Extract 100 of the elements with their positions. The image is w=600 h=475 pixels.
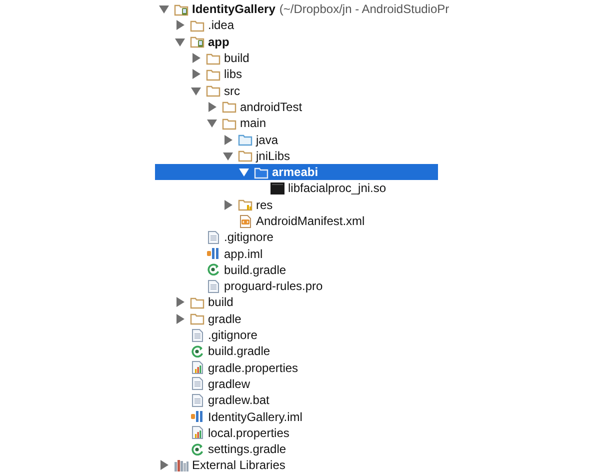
item-label: .idea [208, 18, 234, 32]
item-label: gradlew.bat [208, 393, 270, 408]
tree-row[interactable]: local.properties [155, 424, 438, 442]
collapsed-arrow-icon[interactable] [159, 460, 169, 470]
expanded-arrow-icon[interactable] [191, 86, 201, 96]
project-path: (~/Dropbox/jn - AndroidStudioPr [279, 2, 450, 16]
module-folder-icon [190, 35, 205, 48]
tree-row[interactable]: AndroidManifest.xml [155, 212, 438, 230]
collapsed-arrow-icon[interactable] [207, 102, 217, 112]
folder-icon [190, 18, 205, 32]
tree-row[interactable]: proguard-rules.pro [155, 278, 438, 294]
folder-icon [222, 100, 237, 114]
folder-icon [206, 52, 221, 65]
tree-row[interactable]: settings.gradle [155, 441, 438, 458]
collapsed-arrow-icon[interactable] [191, 69, 201, 80]
expanded-arrow-icon[interactable] [239, 167, 249, 178]
item-label: gradlew [208, 376, 250, 391]
item-label: java [256, 132, 278, 147]
text-file-icon [190, 377, 205, 390]
text-file-icon [206, 230, 221, 244]
tree-row[interactable]: libfacialproc_jni.so [155, 180, 438, 197]
item-label: gradle.properties [208, 360, 298, 375]
tree-row[interactable]: build [155, 50, 438, 66]
gradle-icon [206, 263, 221, 276]
properties-file-icon [190, 426, 205, 440]
item-label: libs [224, 67, 242, 82]
item-label: main [240, 116, 266, 130]
folder-icon [238, 198, 253, 212]
item-label: .gitignore [224, 230, 274, 244]
tree-row[interactable]: IdentityGallery.iml [155, 408, 438, 425]
module-file-icon [190, 410, 205, 424]
gradle-icon [190, 344, 205, 358]
item-label: AndroidManifest.xml [256, 214, 365, 228]
item-label: libfacialproc_jni.so [288, 181, 386, 196]
expanded-arrow-icon[interactable] [207, 118, 217, 128]
item-label: src [224, 84, 240, 98]
item-label: jniLibs [256, 148, 290, 163]
tree-row[interactable]: armeabi [155, 164, 438, 180]
collapsed-arrow-icon[interactable] [191, 53, 201, 64]
folder-icon [238, 133, 253, 146]
tree-row[interactable]: build [155, 294, 438, 311]
item-label: local.properties [208, 426, 290, 440]
collapsed-arrow-icon[interactable] [175, 297, 185, 308]
tree-row[interactable]: External Libraries [155, 457, 438, 474]
module-file-icon [206, 247, 221, 260]
folder-icon [222, 116, 237, 130]
item-label: settings.gradle [208, 442, 286, 456]
tree-row[interactable]: .gitignore [155, 229, 438, 246]
item-label: IdentityGallery [192, 2, 276, 16]
expanded-arrow-icon[interactable] [175, 36, 185, 47]
binary-file-icon [270, 182, 285, 195]
gradle-icon [190, 442, 205, 456]
expanded-arrow-icon[interactable] [159, 4, 169, 14]
xml-file-icon [238, 214, 253, 228]
item-label: app.iml [224, 246, 263, 261]
folder-icon [206, 68, 221, 81]
collapsed-arrow-icon[interactable] [175, 20, 185, 30]
item-label: build [208, 295, 234, 310]
tree-row[interactable]: app.iml [155, 245, 438, 262]
collapsed-arrow-icon[interactable] [223, 134, 233, 145]
item-label: androidTest [240, 100, 302, 114]
tree-row[interactable]: gradlew [155, 376, 438, 392]
item-label: proguard-rules.pro [224, 279, 323, 294]
tree-row[interactable]: src [155, 82, 438, 99]
module-folder-icon [174, 2, 189, 16]
tree-row[interactable]: .gitignore [155, 326, 438, 344]
properties-file-icon [190, 361, 205, 374]
tree-row[interactable]: res [155, 196, 438, 213]
folder-icon [190, 296, 205, 309]
collapsed-arrow-icon[interactable] [223, 200, 233, 210]
tree-row[interactable]: .idea [155, 17, 438, 34]
folder-icon [254, 166, 269, 179]
item-label: External Libraries [192, 458, 286, 472]
tree-row[interactable]: IdentityGallery (~/Dropbox/jn - AndroidStudioPr [155, 1, 600, 18]
libraries-icon [174, 458, 189, 472]
collapsed-arrow-icon[interactable] [175, 314, 185, 324]
item-label: IdentityGallery.iml [208, 410, 302, 424]
tree-row[interactable]: gradlew.bat [155, 392, 438, 408]
text-file-icon [206, 280, 221, 293]
item-label: .gitignore [208, 328, 258, 342]
tree-row[interactable]: build.gradle [155, 262, 438, 278]
text-file-icon [190, 394, 205, 407]
item-label: build.gradle [224, 262, 286, 277]
tree-row[interactable]: libs [155, 66, 438, 82]
expanded-arrow-icon[interactable] [223, 150, 233, 161]
item-label: app [208, 34, 230, 49]
tree-row[interactable]: app [155, 34, 438, 50]
item-label: build.gradle [208, 344, 270, 358]
folder-icon [206, 84, 221, 98]
item-label: gradle [208, 312, 242, 326]
item-label: res [256, 198, 273, 212]
tree-row[interactable]: java [155, 131, 438, 148]
item-label: armeabi [272, 165, 318, 180]
tree-row[interactable]: build.gradle [155, 343, 438, 360]
tree-row[interactable]: jniLibs [155, 148, 438, 164]
tree-row[interactable]: gradle [155, 310, 438, 327]
tree-row[interactable]: main [155, 115, 438, 132]
tree-row[interactable]: androidTest [155, 98, 438, 116]
text-file-icon [190, 328, 205, 342]
tree-row[interactable]: gradle.properties [155, 360, 438, 376]
